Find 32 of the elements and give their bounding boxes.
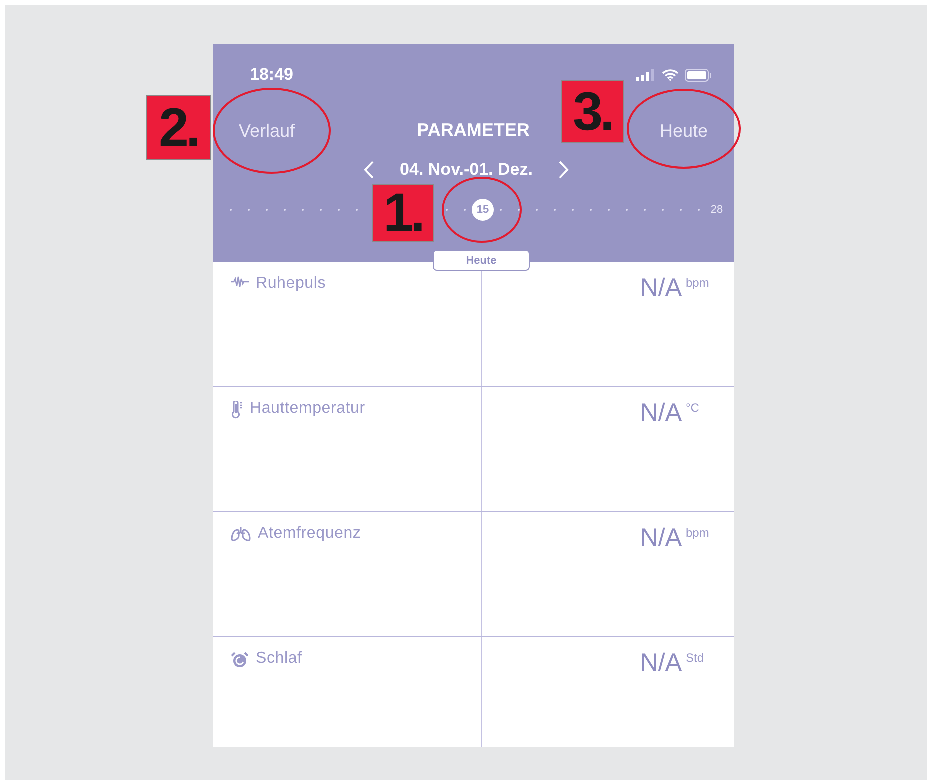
annotation-number: 3. (561, 80, 624, 143)
metric-value: N/A (640, 399, 682, 428)
pulse-icon (231, 276, 249, 288)
status-time: 18:49 (250, 65, 294, 85)
alarm-clock-icon (231, 651, 249, 669)
today-button[interactable]: Heute (660, 120, 708, 142)
metric-value: N/A (640, 649, 682, 678)
screen-title: PARAMETER (417, 120, 530, 140)
metric-label: Schlaf (256, 650, 302, 668)
date-range: 04. Nov.-01. Dez. (400, 160, 533, 180)
battery-icon (685, 68, 712, 82)
thermometer-icon (231, 401, 243, 419)
history-button[interactable]: Verlauf (239, 120, 296, 142)
chevron-right-icon[interactable] (558, 161, 569, 179)
metric-unit: °C (686, 401, 700, 415)
metric-label: Hauttemperatur (250, 400, 366, 418)
metric-label: Atemfrequenz (258, 525, 362, 543)
metric-unit: bpm (686, 526, 710, 540)
metric-value: N/A (640, 274, 682, 303)
lungs-icon (231, 526, 251, 542)
annotation-number: 2. (146, 95, 211, 160)
annotation-number: 1. (372, 184, 434, 242)
metric-unit: Std (686, 651, 704, 665)
metric-unit: bpm (686, 276, 710, 290)
selected-day-marker[interactable]: 15 (472, 199, 494, 221)
today-tag: Heute (433, 250, 530, 271)
metric-value: N/A (640, 524, 682, 553)
metric-label: Ruhepuls (256, 275, 326, 293)
signal-icon (636, 69, 656, 81)
chevron-left-icon[interactable] (364, 161, 374, 179)
wifi-icon (662, 69, 679, 81)
day-label[interactable]: 28 (710, 204, 724, 216)
